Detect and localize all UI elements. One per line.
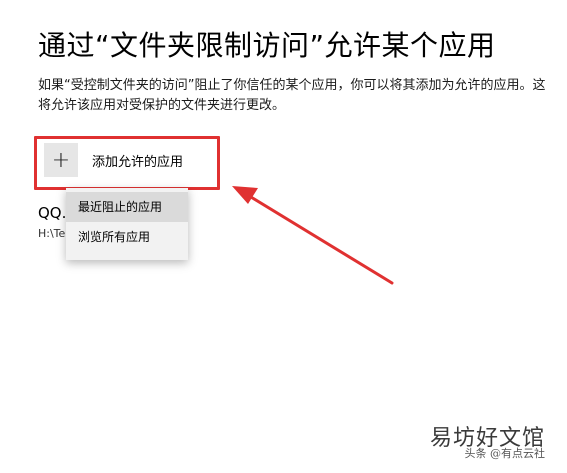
annotation-arrow (232, 186, 394, 285)
watermark: 易坊好文馆 头条 @有点云社 (430, 427, 545, 461)
annotation-arrow-shaft (244, 192, 394, 285)
annotation-arrow-head (232, 186, 258, 204)
